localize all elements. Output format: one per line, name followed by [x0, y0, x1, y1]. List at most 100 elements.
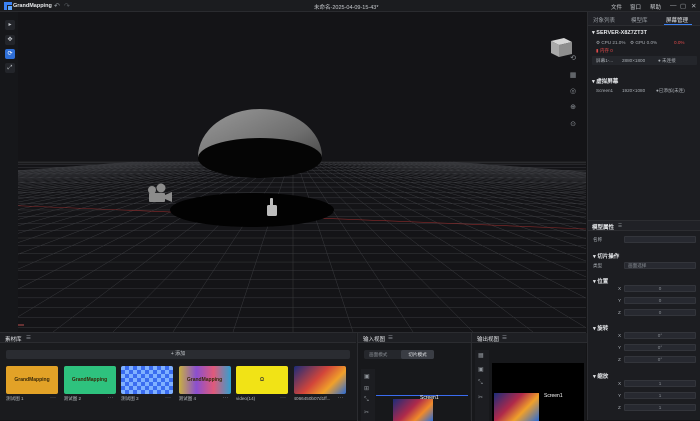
- cut-tool-icon[interactable]: ✂: [364, 409, 369, 416]
- assets-menu-icon[interactable]: ☰: [26, 335, 31, 341]
- rotate-tool-icon[interactable]: ⟳: [5, 49, 15, 59]
- output-menu-icon[interactable]: ☰: [502, 335, 507, 341]
- rot-z-label: Z: [618, 357, 621, 362]
- input-preview-image[interactable]: [393, 399, 433, 421]
- scale-z-label: Z: [618, 405, 621, 410]
- output-canvas[interactable]: Screen1: [492, 363, 584, 421]
- select-tool-icon[interactable]: ▸: [5, 20, 15, 30]
- fit-tool-icon[interactable]: ⤡: [364, 397, 369, 404]
- output-view-title: 输出视图: [477, 337, 500, 343]
- add-asset-button[interactable]: + 添加: [6, 350, 350, 359]
- output-cut-icon[interactable]: ✂: [478, 394, 483, 401]
- name-field[interactable]: [624, 236, 696, 243]
- grid-line: [0, 161, 210, 193]
- asset-more-icon[interactable]: ···: [108, 395, 114, 401]
- asset-caption: 测试图 4: [178, 396, 197, 401]
- display-row[interactable]: 屏幕1-... 2880×1800 ● 未连接: [592, 56, 697, 65]
- app-logo-icon: [4, 2, 12, 10]
- grid-line: [316, 161, 586, 299]
- right-panel: 对象列表 模型库 屏幕管理 ▾ SERVER-X8Z7ZT3T ⚙ CPU 21…: [587, 12, 700, 420]
- rot-x-field[interactable]: 0°: [624, 332, 696, 339]
- reset-view-icon[interactable]: ⟲: [568, 54, 578, 64]
- asset-thumb-label: [294, 366, 346, 394]
- grid-line: [432, 161, 586, 176]
- output-view-panel: 输出视图 ☰ ▦ ▣ ⤡ ✂ Screen1: [471, 333, 587, 421]
- app-name: GrandMapping: [13, 3, 52, 9]
- pos-x-field[interactable]: 0: [624, 285, 696, 292]
- asset-thumbnail[interactable]: GrandMapping: [63, 366, 116, 394]
- rot-y-label: Y: [618, 345, 622, 350]
- rot-z-field[interactable]: 0°: [624, 356, 696, 363]
- move-tool-icon[interactable]: ✥: [5, 35, 15, 45]
- name-label: 名称: [593, 237, 603, 242]
- active-tab-indicator: [664, 24, 692, 25]
- output-tools: ▦ ▣ ⤡ ✂: [475, 350, 489, 421]
- grid-line: [112, 161, 282, 332]
- asset-more-icon[interactable]: ···: [338, 395, 344, 401]
- virtual-screen-resolution: 1920×1080: [622, 88, 646, 93]
- input-view-title: 输入视图: [363, 337, 386, 343]
- mode-slice-tab[interactable]: 切片模式: [401, 350, 434, 359]
- undo-icon[interactable]: ↶: [54, 2, 60, 10]
- crop-tool-icon[interactable]: ▣: [364, 373, 370, 380]
- focus-icon[interactable]: ◎: [568, 87, 578, 97]
- asset-thumbnail[interactable]: [121, 366, 173, 394]
- tab-object-list[interactable]: 对象列表: [593, 16, 615, 24]
- menu-file[interactable]: 文件: [611, 3, 622, 11]
- asset-caption: 测试图 2: [63, 396, 82, 401]
- rot-y-field[interactable]: 0°: [624, 344, 696, 351]
- tab-screen-manager[interactable]: 屏幕管理: [666, 16, 688, 24]
- display-name: 屏幕1-...: [596, 58, 614, 63]
- output-crop-icon[interactable]: ▣: [478, 366, 484, 373]
- grid-line: [424, 161, 586, 178]
- scale-x-field[interactable]: 1: [624, 380, 696, 387]
- asset-more-icon[interactable]: ···: [280, 395, 286, 401]
- menu-help[interactable]: 帮助: [650, 3, 661, 11]
- scale-x-label: X: [618, 381, 622, 386]
- minimize-icon[interactable]: —: [670, 2, 677, 9]
- asset-thumbnail[interactable]: [293, 366, 346, 394]
- output-grid-icon[interactable]: ▦: [478, 352, 484, 359]
- redo-icon[interactable]: ↷: [64, 2, 70, 10]
- virtual-screen-name[interactable]: Screen1: [596, 88, 613, 93]
- type-select[interactable]: 画面选择: [624, 262, 696, 269]
- pos-z-field[interactable]: 0: [624, 309, 696, 316]
- scale-z-field[interactable]: 1: [624, 404, 696, 411]
- scale-tool-icon[interactable]: ⤢: [5, 63, 15, 73]
- tab-model-library[interactable]: 模型库: [631, 16, 648, 24]
- asset-thumbnail[interactable]: GrandMapping: [178, 366, 231, 394]
- grid-line: [332, 161, 586, 240]
- asset-more-icon[interactable]: ···: [165, 395, 171, 401]
- asset-thumbnail[interactable]: Ω: [236, 366, 288, 394]
- properties-menu-icon[interactable]: ☰: [618, 223, 622, 229]
- asset-thumbnail[interactable]: GrandMapping: [6, 366, 58, 394]
- pos-y-label: Y: [618, 298, 622, 303]
- asset-caption: 测试图 1: [6, 396, 24, 401]
- input-menu-icon[interactable]: ☰: [388, 335, 393, 341]
- properties-header: 模型属性 ☰: [588, 220, 700, 231]
- asset-more-icon[interactable]: ···: [223, 395, 229, 401]
- output-preview-image[interactable]: [494, 393, 539, 421]
- maximize-icon[interactable]: ▢: [680, 2, 686, 10]
- scene-canvas[interactable]: [0, 12, 586, 332]
- target-icon[interactable]: ⊕: [568, 103, 578, 113]
- grid-line: [172, 161, 286, 332]
- close-icon[interactable]: ✕: [691, 2, 696, 10]
- scale-y-field[interactable]: 1: [624, 392, 696, 399]
- menu-window[interactable]: 窗口: [630, 3, 641, 11]
- grid-line: [296, 161, 354, 332]
- viewport-3d[interactable]: ⟲ ▦ ◎ ⊕ ⊙: [0, 12, 586, 332]
- cpu-stat: ⚙ CPU 21.0%: [596, 40, 626, 45]
- grid-tool-icon[interactable]: ⊞: [364, 385, 369, 392]
- pos-y-field[interactable]: 0: [624, 297, 696, 304]
- server-name: ▾ SERVER-X8Z7ZT3T: [592, 30, 647, 36]
- layout-icon[interactable]: ▦: [568, 71, 578, 81]
- asset-more-icon[interactable]: ···: [50, 395, 56, 401]
- orbit-icon[interactable]: ⊙: [568, 120, 578, 130]
- grid-line: [0, 161, 274, 329]
- right-tabs: 对象列表 模型库 屏幕管理: [588, 12, 700, 26]
- output-fit-icon[interactable]: ⤡: [478, 380, 483, 387]
- mode-frame-tab[interactable]: 画面模式: [369, 352, 387, 358]
- grid-line: [356, 161, 586, 206]
- gpu-stat: ⚙ GPU 0.0%: [630, 40, 658, 45]
